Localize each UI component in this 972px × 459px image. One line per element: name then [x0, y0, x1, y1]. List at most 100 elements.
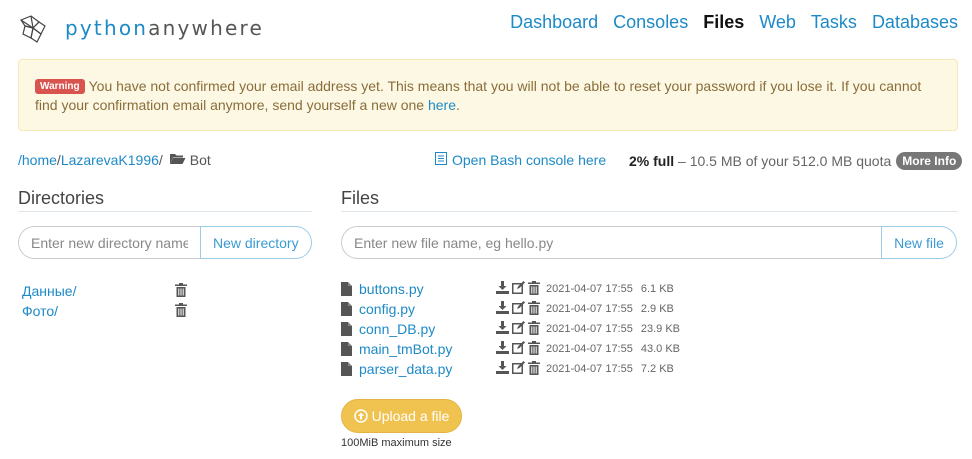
brand-prefix: python: [65, 16, 149, 40]
quota-dash: –: [674, 153, 690, 169]
file-link[interactable]: buttons.py: [359, 281, 496, 297]
more-info-button[interactable]: More Info: [896, 152, 963, 170]
upload-size-note: 100MiB maximum size: [341, 437, 452, 449]
file-actions: [496, 340, 540, 358]
file-date: 2021-04-07 17:55: [546, 323, 633, 335]
file-size: 2.9 KB: [640, 303, 674, 315]
trash-icon[interactable]: [528, 320, 540, 338]
download-icon[interactable]: [496, 300, 509, 318]
table-row: main_tmBot.py 2021-04-07 17:55 43.0 KB: [341, 339, 701, 359]
breadcrumb: /home / LazarevaK1996/ Bot: [18, 152, 211, 168]
open-bash-console-label: Open Bash console here: [452, 152, 607, 168]
table-row: buttons.py 2021-04-07 17:55 6.1 KB: [341, 279, 701, 299]
file-icon: [341, 282, 353, 296]
open-bash-console-link[interactable]: Open Bash console here: [435, 152, 606, 168]
file-icon: [341, 362, 353, 376]
file-actions: [496, 300, 540, 318]
breadcrumb-current: Bot: [189, 152, 211, 168]
trash-icon[interactable]: [175, 302, 187, 320]
edit-icon[interactable]: [512, 280, 525, 298]
table-row: conn_DB.py 2021-04-07 17:55 23.9 KB: [341, 319, 701, 339]
folder-open-icon: [169, 152, 186, 168]
email-warning-alert: Warning You have not confirmed your email…: [18, 59, 958, 131]
file-meta: 2021-04-07 17:55 2.9 KB: [546, 303, 674, 315]
file-meta: 2021-04-07 17:55 43.0 KB: [546, 343, 680, 355]
logo[interactable]: pythonanywhere: [17, 12, 264, 44]
file-size: 43.0 KB: [640, 343, 680, 355]
list-item: Фото/: [22, 301, 187, 321]
download-icon[interactable]: [496, 360, 509, 378]
breadcrumb-home[interactable]: /home: [18, 152, 57, 168]
nav-tasks[interactable]: Tasks: [811, 12, 857, 33]
brand-suffix: anywhere: [148, 16, 264, 40]
warning-text: You have not confirmed your email addres…: [35, 78, 922, 113]
new-directory-input[interactable]: [18, 226, 200, 259]
warning-end: .: [456, 97, 460, 113]
file-link[interactable]: config.py: [359, 301, 496, 317]
disk-quota: 2% full – 10.5 MB of your 512.0 MB quota…: [629, 152, 963, 170]
file-date: 2021-04-07 17:55: [546, 343, 633, 355]
nav-dashboard[interactable]: Dashboard: [510, 12, 598, 33]
file-actions: [496, 360, 540, 378]
new-directory-button[interactable]: New directory: [200, 226, 312, 259]
trash-icon[interactable]: [528, 340, 540, 358]
quota-detail: 10.5 MB of your 512.0 MB quota: [689, 153, 892, 169]
file-size: 6.1 KB: [640, 283, 674, 295]
file-meta: 2021-04-07 17:55 7.2 KB: [546, 363, 674, 375]
nav-databases[interactable]: Databases: [872, 12, 958, 33]
new-directory-form: New directory: [18, 226, 312, 259]
files-title: Files: [341, 188, 380, 208]
warning-here-link[interactable]: here: [428, 97, 456, 113]
file-icon: [341, 342, 353, 356]
main-nav: Dashboard Consoles Files Web Tasks Datab…: [495, 12, 958, 33]
edit-icon[interactable]: [512, 320, 525, 338]
file-list: buttons.py 2021-04-07 17:55 6.1 KB config.p…: [341, 279, 701, 379]
file-icon: [341, 322, 353, 336]
trash-icon[interactable]: [175, 282, 187, 300]
file-size: 7.2 KB: [640, 363, 674, 375]
new-file-input[interactable]: [341, 226, 881, 259]
trash-icon[interactable]: [528, 300, 540, 318]
nav-web[interactable]: Web: [759, 12, 796, 33]
directory-link[interactable]: Фото/: [22, 303, 58, 319]
file-meta: 2021-04-07 17:55 23.9 KB: [546, 323, 680, 335]
quota-percent: 2% full: [629, 153, 675, 169]
edit-icon[interactable]: [512, 340, 525, 358]
nav-consoles[interactable]: Consoles: [613, 12, 688, 33]
nav-files[interactable]: Files: [703, 12, 744, 33]
file-meta: 2021-04-07 17:55 6.1 KB: [546, 283, 674, 295]
directory-list: Данные/ Фото/: [22, 281, 187, 321]
breadcrumb-user[interactable]: LazarevaK1996: [61, 152, 159, 168]
file-date: 2021-04-07 17:55: [546, 283, 633, 295]
upload-file-label: Upload a file: [371, 408, 450, 424]
new-file-form: New file: [341, 226, 957, 259]
file-link[interactable]: conn_DB.py: [359, 321, 496, 337]
edit-icon[interactable]: [512, 360, 525, 378]
console-icon: [435, 152, 447, 168]
file-icon: [341, 302, 353, 316]
edit-icon[interactable]: [512, 300, 525, 318]
download-icon[interactable]: [496, 280, 509, 298]
table-row: config.py 2021-04-07 17:55 2.9 KB: [341, 299, 701, 319]
files-divider: [341, 211, 958, 212]
trash-icon[interactable]: [528, 280, 540, 298]
directories-title: Directories: [18, 188, 105, 208]
python-anywhere-logo-icon: [20, 15, 46, 43]
new-file-button[interactable]: New file: [881, 226, 957, 259]
warning-badge: Warning: [35, 79, 85, 94]
trash-icon[interactable]: [528, 360, 540, 378]
file-date: 2021-04-07 17:55: [546, 363, 633, 375]
file-actions: [496, 320, 540, 338]
download-icon[interactable]: [496, 340, 509, 358]
upload-file-button[interactable]: Upload a file: [341, 399, 462, 433]
table-row: parser_data.py 2021-04-07 17:55 7.2 KB: [341, 359, 701, 379]
file-link[interactable]: parser_data.py: [359, 361, 496, 377]
file-link[interactable]: main_tmBot.py: [359, 341, 496, 357]
directories-divider: [18, 211, 312, 212]
directory-link[interactable]: Данные/: [22, 283, 76, 299]
file-date: 2021-04-07 17:55: [546, 303, 633, 315]
breadcrumb-sep: /: [158, 152, 163, 168]
upload-circle-icon: [353, 409, 368, 423]
download-icon[interactable]: [496, 320, 509, 338]
file-size: 23.9 KB: [640, 323, 680, 335]
